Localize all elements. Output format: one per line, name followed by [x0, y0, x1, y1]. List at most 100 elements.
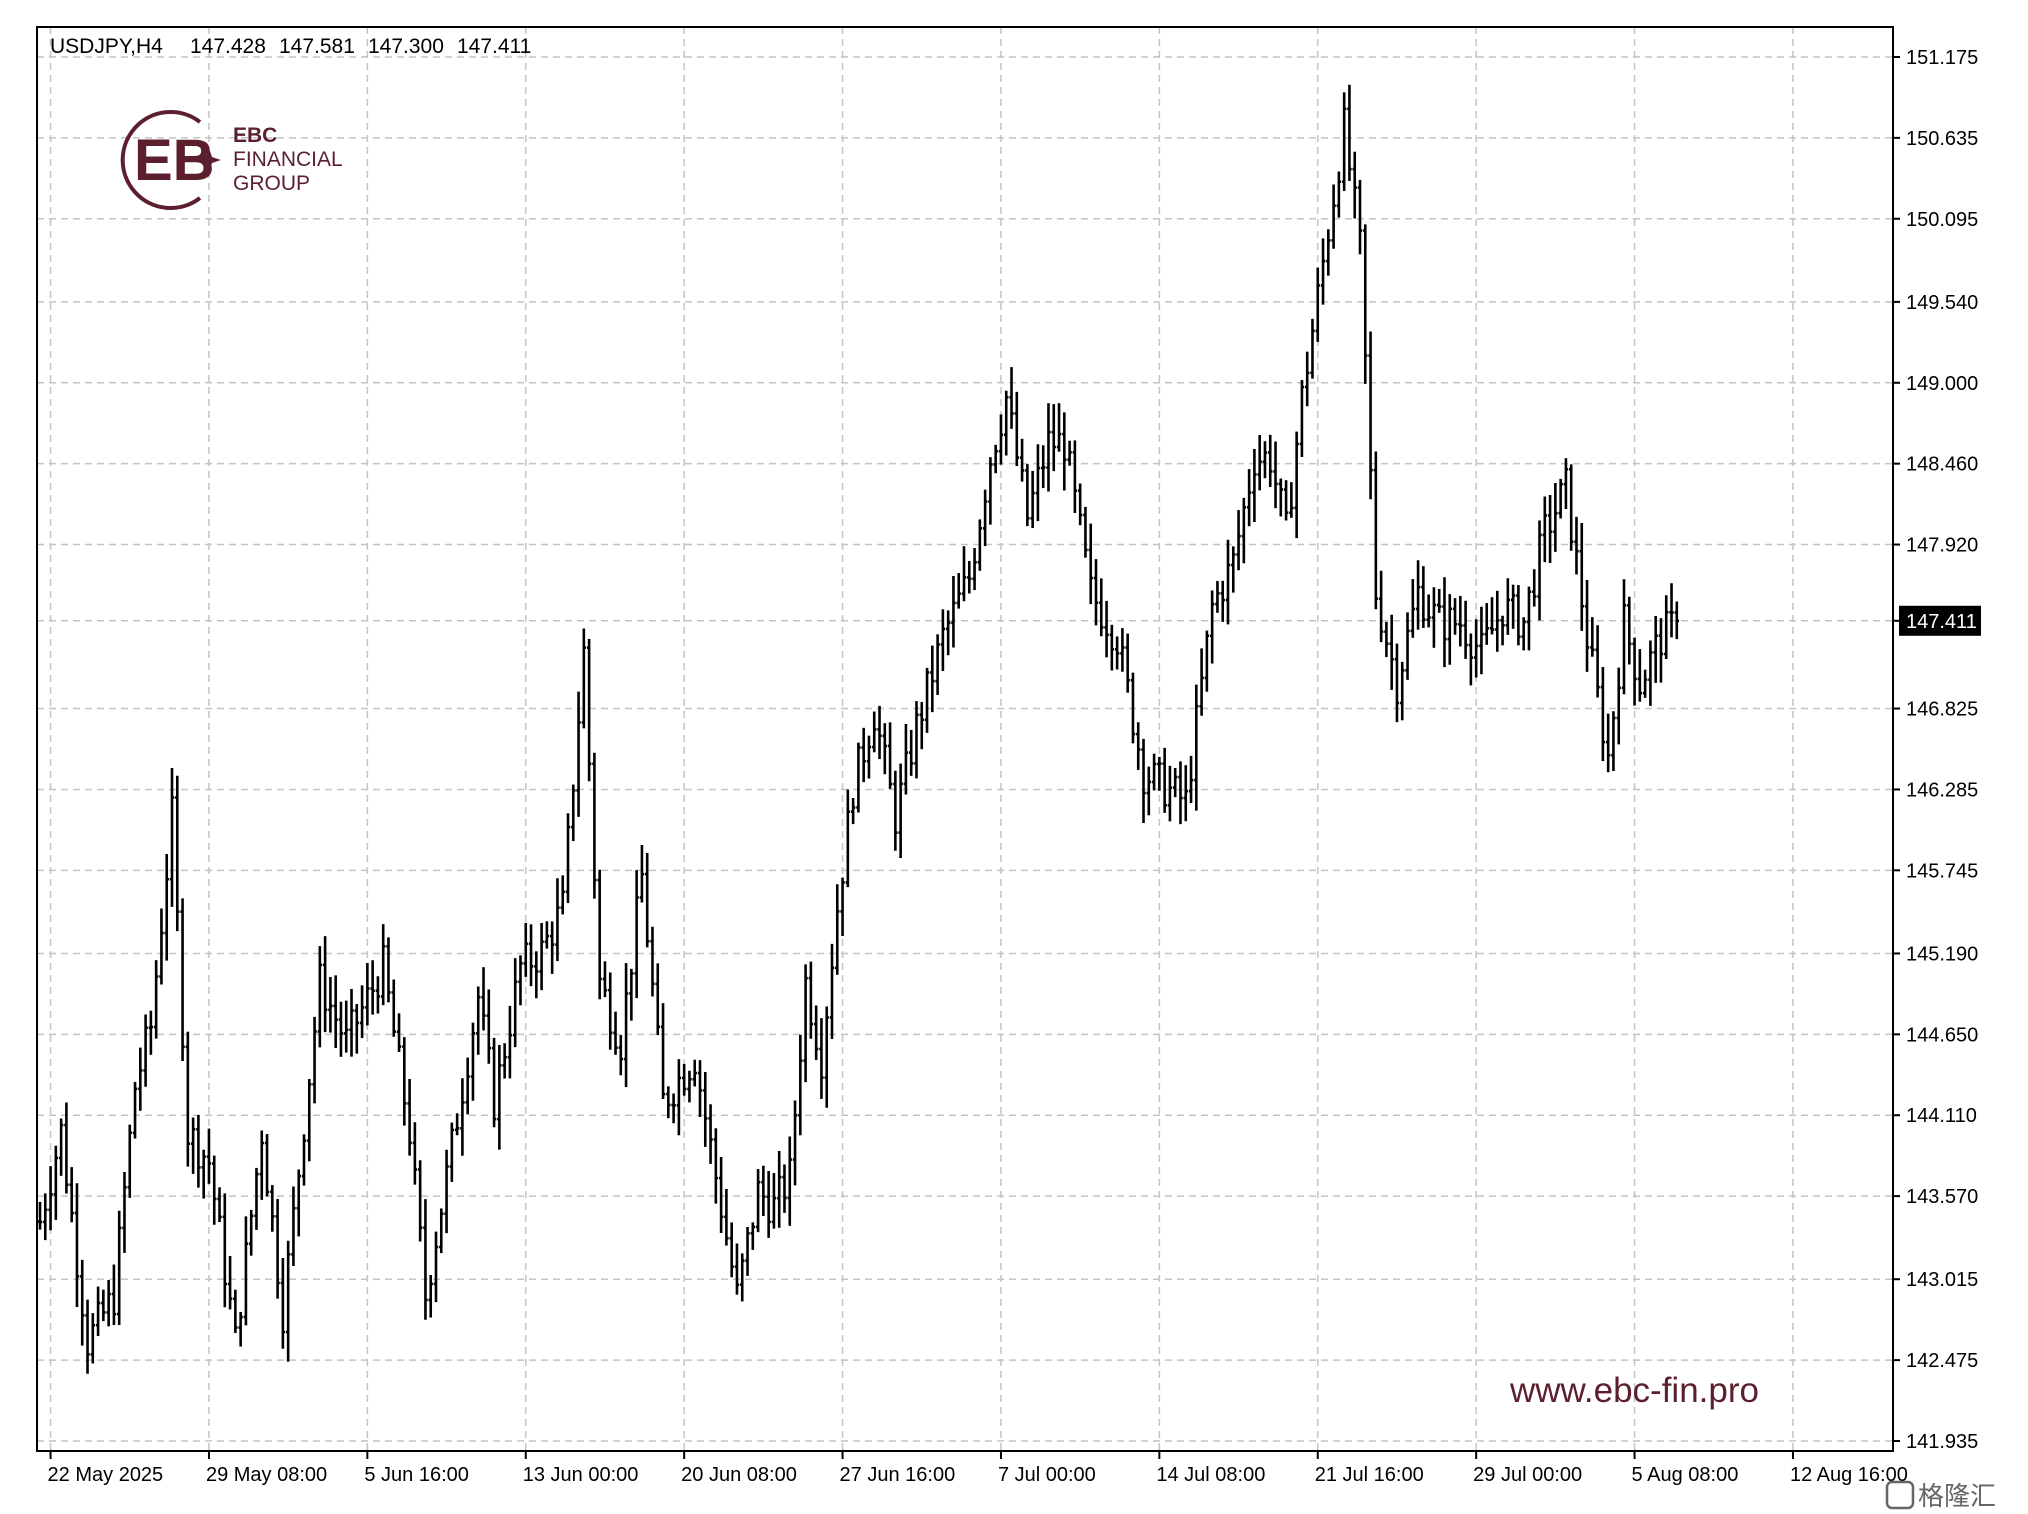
ohlc-bar [1167, 765, 1173, 822]
ohlc-bar [1241, 497, 1247, 564]
ohlc-bar [291, 1186, 296, 1267]
ohlc-bar [903, 724, 909, 795]
ohlc-bar [1664, 595, 1669, 660]
ohlc-bar [681, 1063, 687, 1096]
y-tick-label: 145.190 [1906, 943, 1978, 965]
ohlc-bar [1067, 440, 1072, 466]
ohlc-bar [349, 988, 354, 1057]
ohlc-bar [1547, 494, 1553, 563]
ohlc-bar [1125, 633, 1130, 693]
ohlc-bar [1030, 470, 1035, 529]
ohlc-bar [544, 921, 550, 949]
ohlc-bar [840, 877, 845, 936]
ohlc-bar [898, 763, 903, 858]
ohlc-bar [1225, 539, 1231, 625]
ohlc-bar [423, 1199, 428, 1320]
ohlc-bar [634, 870, 639, 999]
ohlc-bar [296, 1169, 301, 1237]
ohlc-bar [697, 1060, 703, 1117]
ohlc-bar [718, 1157, 724, 1233]
ohlc-bar [227, 1256, 233, 1310]
ohlc-bar [629, 968, 634, 1021]
ohlc-bar [307, 1078, 312, 1162]
y-tick-label: 149.540 [1906, 292, 1978, 314]
ohlc-bar [1056, 403, 1062, 452]
ohlc-bar [1283, 480, 1289, 521]
y-tick-label: 146.285 [1906, 779, 1978, 801]
ohlc-bar [660, 1003, 666, 1099]
ohlc-bar [1642, 669, 1648, 698]
ohlc-bar [138, 1047, 143, 1111]
ohlc-bar [813, 1005, 819, 1060]
ohlc-bar [613, 1011, 618, 1055]
ohlc-bar [1553, 482, 1558, 552]
ohlc-bar [1331, 184, 1336, 249]
ohlc-bar [1484, 603, 1489, 645]
ohlc-bar [1347, 84, 1352, 181]
ohlc-bar [417, 1160, 423, 1242]
ohlc-bar [708, 1104, 713, 1164]
x-tick-label: 21 Jul 16:00 [1315, 1464, 1424, 1486]
ohlc-bar [460, 1078, 465, 1156]
ohlc-bar [1252, 448, 1257, 523]
ohlc-bar [1188, 755, 1194, 804]
ohlc-bar [1658, 618, 1664, 683]
ohlc-bar [1558, 478, 1563, 519]
ohlc-bar [148, 1010, 154, 1055]
ohlc-bar [391, 979, 396, 1037]
ohlc-bar [1114, 636, 1120, 670]
ohlc-bar [1373, 451, 1379, 610]
ohlc-bar [1653, 616, 1658, 683]
ohlc-bar [164, 854, 169, 961]
ohlc-bar [1542, 496, 1547, 563]
ohlc-bar [729, 1222, 734, 1278]
ohlc-bar [80, 1259, 85, 1346]
ohlc-bar [1421, 566, 1426, 628]
ohlc-bar [798, 1034, 803, 1136]
ohlc-bar [69, 1167, 74, 1223]
ohlc-bar [528, 924, 534, 987]
ohlc-bar [101, 1289, 106, 1322]
ohlc-bar [560, 875, 565, 915]
ohlc-bar [190, 1117, 196, 1174]
ohlc-bar [507, 1005, 513, 1079]
ohlc-bar [1099, 578, 1104, 637]
ohlc-bar [1521, 617, 1526, 651]
ohlc-bar [58, 1118, 64, 1176]
ohlc-bar [724, 1189, 729, 1246]
ohlc-bar [502, 1043, 507, 1079]
ohlc-bar [1600, 666, 1606, 762]
ohlc-bar [829, 943, 835, 1040]
ohlc-bar [1062, 412, 1067, 491]
ohlc-bar [212, 1155, 217, 1225]
x-tick-label: 20 Jun 08:00 [681, 1464, 797, 1486]
ohlc-bar [655, 963, 660, 1036]
ohlc-bar [433, 1231, 439, 1303]
website-url: www.ebc-fin.pro [1509, 1371, 1759, 1410]
ohlc-bar [254, 1167, 259, 1230]
logo-line2: FINANCIAL [233, 148, 343, 171]
ohlc-bar [1452, 598, 1458, 635]
ohlc-bar [777, 1151, 782, 1228]
header-symbol: USDJPY,H4 [50, 35, 163, 58]
ohlc-bar [1468, 633, 1474, 686]
ohlc-bar [1209, 590, 1215, 664]
ohlc-bar [608, 972, 613, 1050]
ohlc-bar [90, 1313, 95, 1364]
ohlc-bar [518, 955, 523, 1006]
ohlc-bar [824, 1006, 829, 1108]
ohlc-bar [1183, 765, 1188, 822]
ohlc-bar [1400, 661, 1405, 721]
ohlc-bar [592, 752, 597, 899]
ohlc-bar [1584, 579, 1590, 672]
ohlc-bar [481, 967, 486, 1031]
ohlc-bar [127, 1124, 132, 1198]
ohlc-bar [317, 946, 323, 1048]
ohlc-bar [639, 844, 645, 903]
ohlc-bar [64, 1102, 69, 1194]
ohlc-bar [497, 1045, 502, 1150]
ohlc-bar [407, 1078, 412, 1156]
ohlc-bar [370, 960, 375, 1015]
ohlc-bar [1632, 637, 1637, 706]
ohlc-bar [1310, 318, 1315, 379]
